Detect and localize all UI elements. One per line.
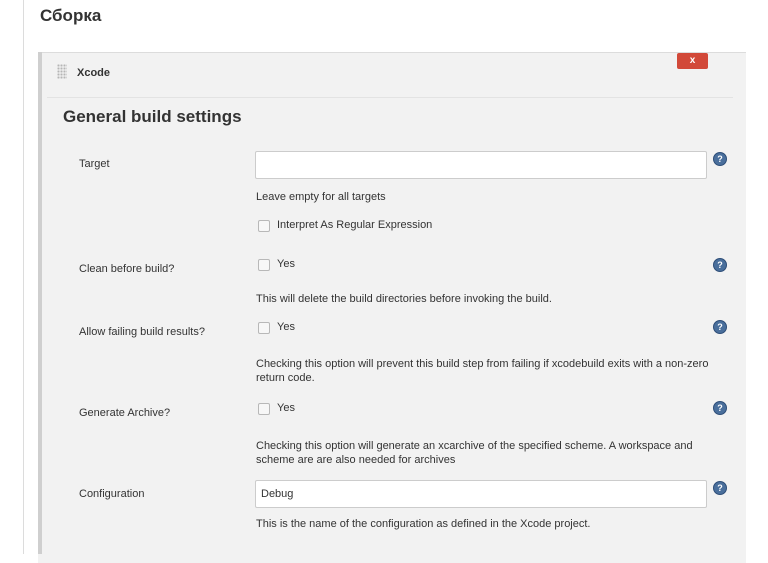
allow-failing-checkbox-label[interactable]: Yes <box>277 321 295 333</box>
clean-description: This will delete the build directories b… <box>256 293 552 305</box>
delete-step-button[interactable]: x <box>677 53 708 69</box>
archive-description: Checking this option will generate an xc… <box>256 440 693 466</box>
archive-label: Generate Archive? <box>79 407 171 419</box>
target-description: Leave empty for all targets <box>256 191 386 203</box>
target-input[interactable] <box>255 151 707 179</box>
target-label: Target <box>79 158 110 170</box>
archive-checkbox[interactable] <box>258 403 270 415</box>
configuration-input[interactable] <box>255 480 707 508</box>
group-title: General build settings <box>63 107 242 126</box>
build-step-name: Xcode <box>77 67 111 79</box>
archive-checkbox-label[interactable]: Yes <box>277 402 295 414</box>
page-border <box>23 0 24 554</box>
build-step-stripe <box>38 52 42 554</box>
help-icon[interactable]: ? <box>713 481 727 495</box>
clean-label: Clean before build? <box>79 263 175 275</box>
regex-checkbox-label[interactable]: Interpret As Regular Expression <box>277 219 432 231</box>
help-icon[interactable]: ? <box>713 258 727 272</box>
help-icon[interactable]: ? <box>713 152 727 166</box>
header-divider <box>47 97 733 98</box>
section-title: Сборка <box>40 6 102 25</box>
allow-failing-label: Allow failing build results? <box>79 326 205 338</box>
clean-checkbox-label[interactable]: Yes <box>277 258 295 270</box>
clean-checkbox[interactable] <box>258 259 270 271</box>
regex-checkbox[interactable] <box>258 220 270 232</box>
allow-failing-description: Checking this option will prevent this b… <box>256 358 709 384</box>
help-icon[interactable]: ? <box>713 320 727 334</box>
allow-failing-checkbox[interactable] <box>258 322 270 334</box>
help-icon[interactable]: ? <box>713 401 727 415</box>
configuration-label: Configuration <box>79 488 145 500</box>
drag-handle-icon[interactable] <box>57 64 67 79</box>
configuration-description: This is the name of the configuration as… <box>256 518 591 530</box>
